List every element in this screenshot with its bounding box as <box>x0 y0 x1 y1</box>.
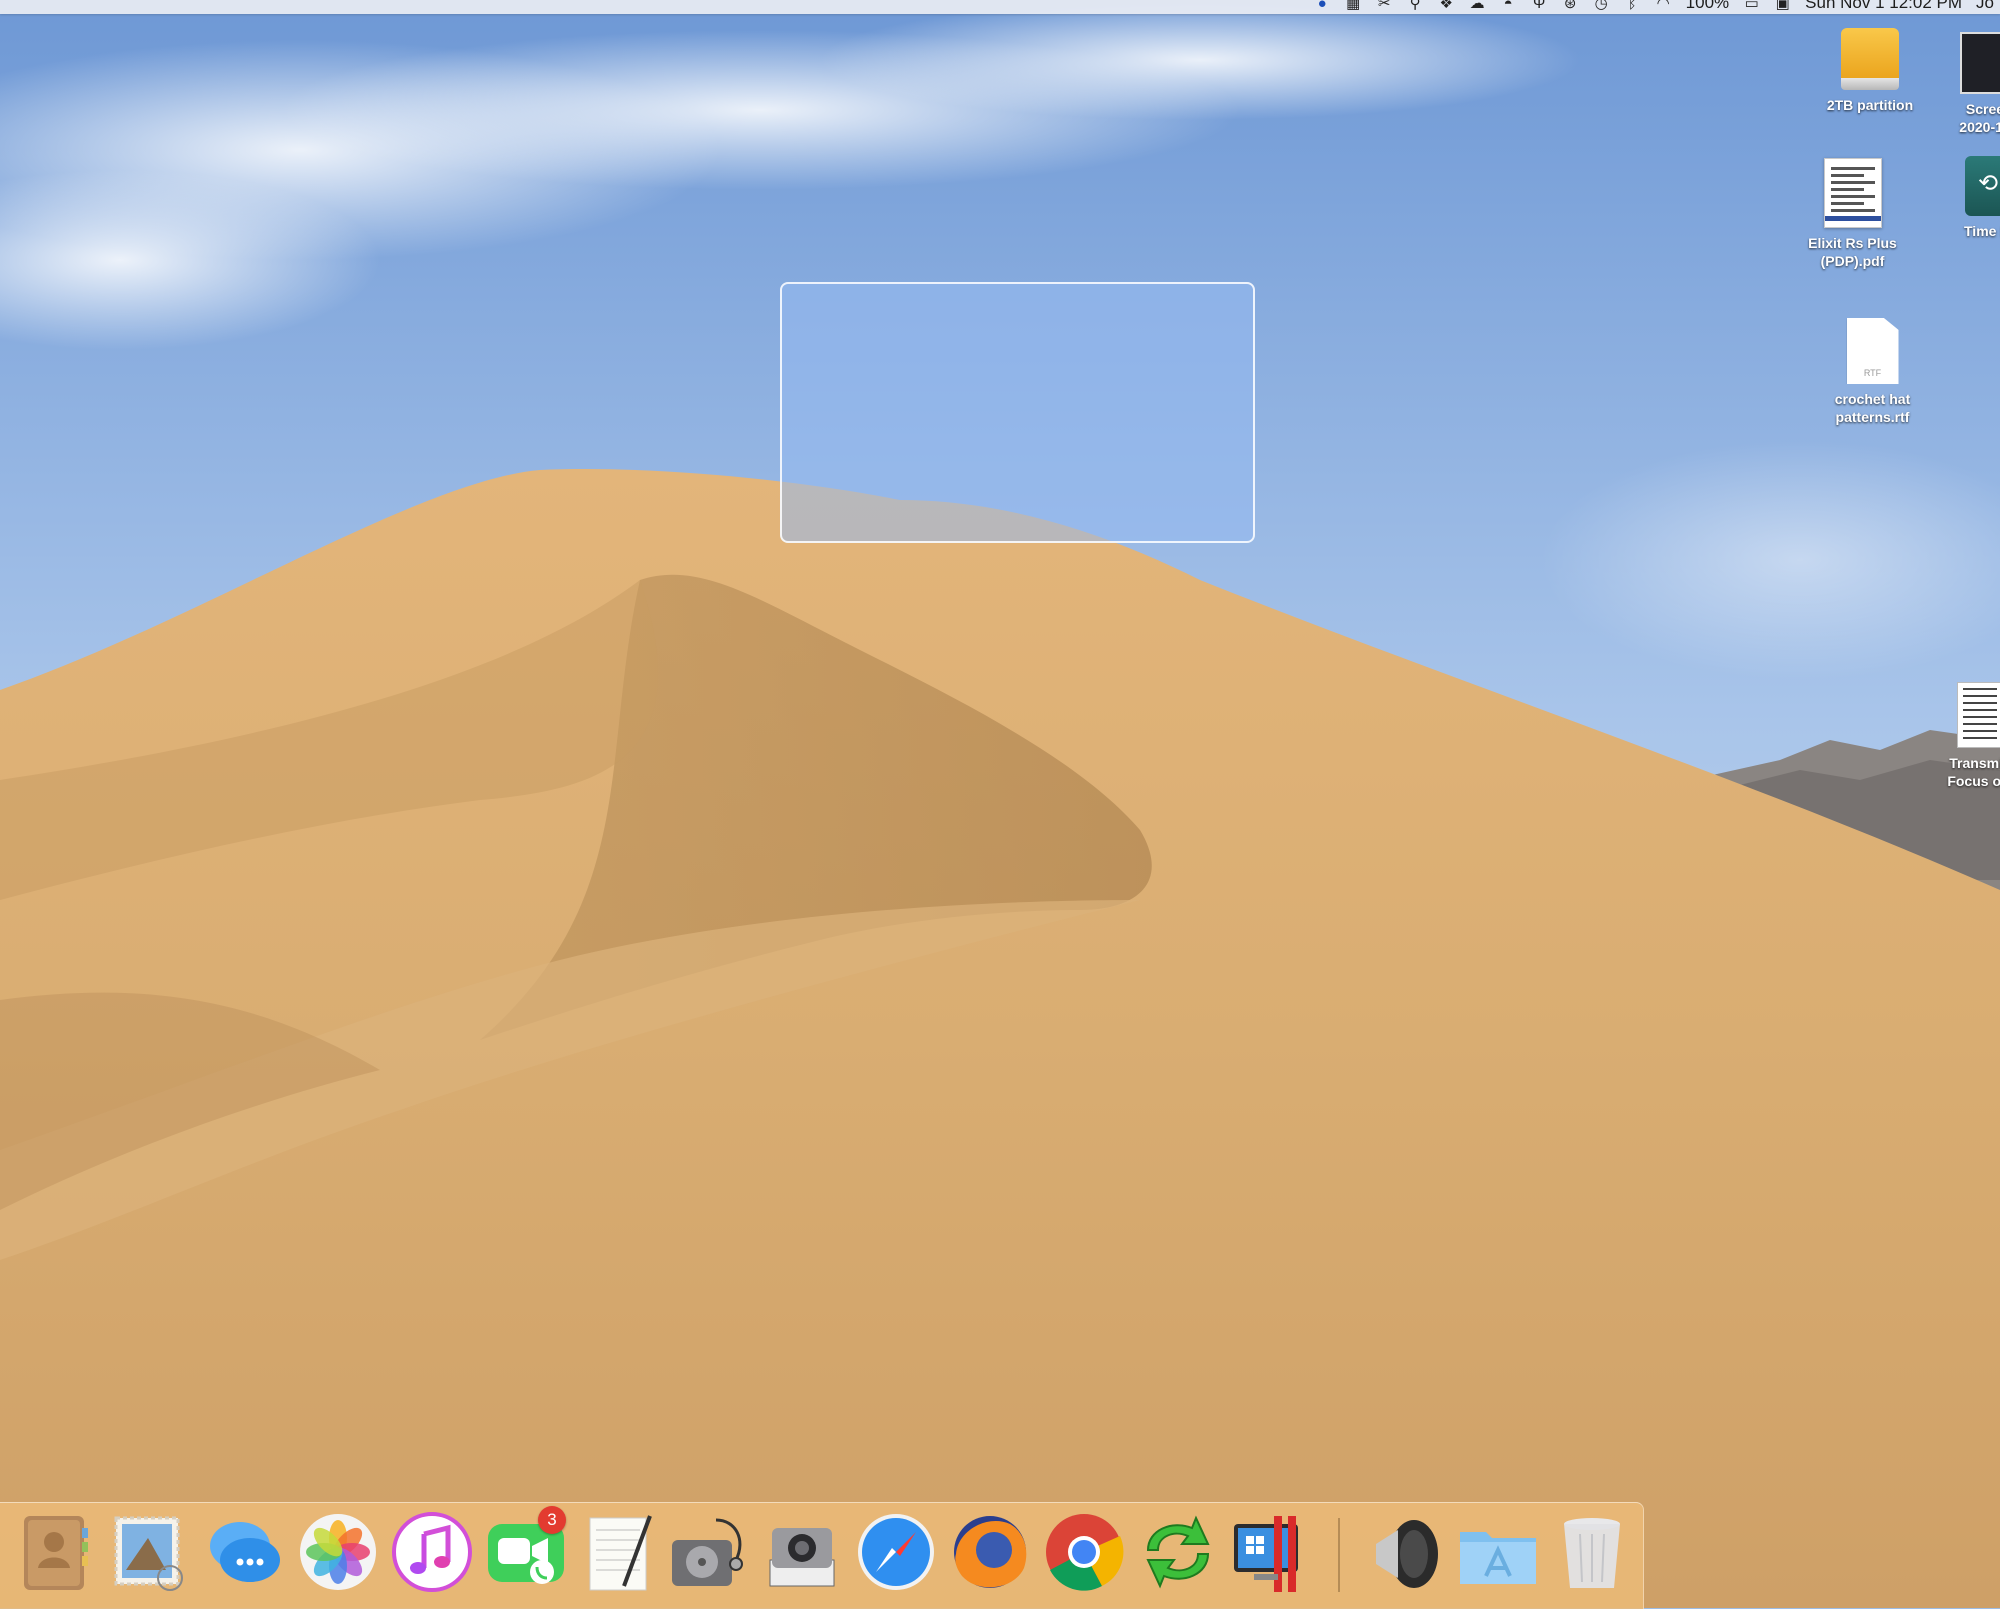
dock-itunes[interactable] <box>390 1510 474 1594</box>
dropbox-icon[interactable]: ❖ <box>1438 0 1455 12</box>
dock-chrome[interactable] <box>1042 1510 1126 1594</box>
battery-icon[interactable]: ▭ <box>1743 0 1760 12</box>
photos-icon <box>300 1514 376 1590</box>
pdf-document-icon <box>1823 158 1882 228</box>
facetime-notification-badge: 3 <box>538 1506 566 1534</box>
firefox-icon <box>954 1516 1027 1588</box>
user-name-truncated[interactable]: Jo <box>1976 0 1994 13</box>
display-icon[interactable]: ▣ <box>1774 0 1791 12</box>
pointer-icon[interactable]: ⚲ <box>1407 0 1424 12</box>
desktop-item-label: Time M <box>1964 223 1997 239</box>
scissors-icon[interactable]: ✂ <box>1376 0 1393 12</box>
messages-icon <box>210 1522 280 1582</box>
battery-percent[interactable]: 100% <box>1686 0 1729 13</box>
desktop-item-time-machine[interactable]: ⟲ Time M <box>1948 156 2000 240</box>
desktop-item-label: Elixit Rs Plus (PDP).pdf <box>1808 235 1897 269</box>
rtf-document-icon: RTF <box>1846 318 1899 384</box>
dock-applications-folder[interactable] <box>1456 1510 1540 1594</box>
dock-messages[interactable] <box>202 1510 286 1594</box>
calendar-grid-icon[interactable]: ▦ <box>1345 0 1362 12</box>
dock-facetime[interactable]: 3 <box>484 1506 568 1594</box>
dock-disk-utility[interactable] <box>666 1510 750 1594</box>
dropbox-like-blue-icon[interactable]: ● <box>1314 0 1331 12</box>
wifi-icon[interactable]: ◠ <box>1655 0 1672 12</box>
desktop-item-label: 2TB partition <box>1826 97 1914 113</box>
desktop-item-screenshot[interactable]: Scree 2020-10 <box>1940 32 2000 136</box>
desktop-wallpaper <box>0 0 2000 1608</box>
menu-bar: ● ▦ ✂ ⚲ ❖ ☁ ◓ Ψ ⊛ ◷ ᛒ ◠ 100% ▭ ▣ Sun Nov… <box>0 0 2000 14</box>
time-machine-drive-icon: ⟲ <box>1965 156 2000 216</box>
external-drive-icon <box>1841 28 1899 90</box>
disk-utility-icon <box>672 1518 743 1586</box>
menu-bar-clock[interactable]: Sun Nov 1 12:02 PM <box>1805 0 1962 13</box>
desktop-item-rtf[interactable]: RTF crochet hat patterns.rtf <box>1815 318 1930 426</box>
image-capture-camera-icon <box>769 1528 835 1587</box>
chrome-icon <box>1046 1514 1124 1591</box>
desktop-item-pdf[interactable]: Elixit Rs Plus (PDP).pdf <box>1790 158 1915 270</box>
desktop-item-label: Scree 2020-10 <box>1959 101 2000 135</box>
desktop-item-label: crochet hat patterns.rtf <box>1834 391 1911 425</box>
dock-sync[interactable] <box>1136 1510 1220 1594</box>
contacts-icon <box>24 1516 88 1590</box>
parallels-desktop-icon <box>1234 1516 1298 1592</box>
speaker-icon <box>1376 1520 1438 1588</box>
safari-compass-icon <box>858 1514 934 1590</box>
itunes-music-note-icon <box>392 1512 472 1592</box>
dock-trash[interactable] <box>1550 1510 1634 1594</box>
dock-photos[interactable] <box>296 1510 380 1594</box>
sync-arrows-icon <box>1146 1515 1210 1589</box>
applications-folder-icon <box>1460 1532 1536 1584</box>
dock-textedit[interactable] <box>578 1510 662 1594</box>
cloud-icon[interactable]: ☁ <box>1469 0 1486 12</box>
mail-stamp-icon <box>114 1516 183 1591</box>
screenshot-thumbnail-icon <box>1960 32 2000 94</box>
dock-contacts[interactable] <box>14 1510 98 1594</box>
dock-divider <box>1338 1518 1340 1592</box>
dock-sound[interactable] <box>1362 1510 1446 1594</box>
drag-selection-rectangle <box>780 282 1255 543</box>
dock-image-capture[interactable] <box>760 1510 844 1594</box>
textedit-icon <box>589 1515 652 1591</box>
desktop-item-transmission[interactable]: Transmis Focus o... <box>1930 682 2000 790</box>
trash-icon <box>1564 1518 1620 1588</box>
hat-icon[interactable]: ◓ <box>1500 0 1517 12</box>
dock-parallels[interactable] <box>1230 1510 1314 1594</box>
bluetooth-icon[interactable]: ᛒ <box>1624 0 1641 12</box>
menu-bar-status-area: ● ▦ ✂ ⚲ ❖ ☁ ◓ Ψ ⊛ ◷ ᛒ ◠ 100% ▭ ▣ Sun Nov… <box>1314 0 2000 13</box>
text-document-icon <box>1957 682 2000 748</box>
desktop-item-2tb-partition[interactable]: 2TB partition <box>1810 28 1930 114</box>
desktop-item-label: Transmis Focus o... <box>1947 755 2000 789</box>
dock-safari[interactable] <box>854 1510 938 1594</box>
time-machine-icon[interactable]: ◷ <box>1593 0 1610 12</box>
dock-firefox[interactable] <box>948 1510 1032 1594</box>
dock-mail[interactable] <box>108 1510 192 1594</box>
antenna-icon[interactable]: Ψ <box>1531 0 1548 12</box>
accessibility-icon[interactable]: ⊛ <box>1562 0 1579 12</box>
